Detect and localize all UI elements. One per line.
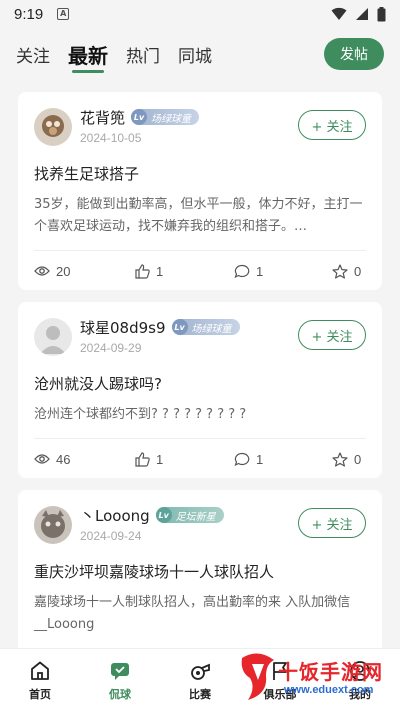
thumbs-up-icon: [135, 263, 150, 279]
like-count: 1: [156, 451, 164, 467]
follow-button[interactable]: + 关注: [298, 320, 366, 350]
post-date: 2024-10-05: [80, 131, 142, 145]
comment-count: 1: [256, 263, 264, 279]
home-icon: [31, 661, 49, 680]
eye-icon: [34, 266, 50, 276]
follow-button[interactable]: + 关注: [298, 508, 366, 538]
eye-icon: [34, 454, 50, 464]
watermark-logo-icon: [241, 653, 274, 700]
post-header: 花背篼 Lv 场绿球童 2024-10-05 + 关注: [34, 106, 366, 152]
comment-button[interactable]: 1: [234, 264, 332, 279]
nav-chat-label: 侃球: [109, 687, 131, 701]
wifi-icon: [331, 7, 347, 21]
tab-following[interactable]: 关注: [16, 42, 50, 67]
level-title: 场绿球童: [151, 113, 192, 125]
user-meta: 球星08d9s9 Lv 场绿球童 2024-09-29: [80, 316, 240, 355]
comment-icon: [234, 264, 250, 278]
post-title: 重庆沙坪坝嘉陵球场十一人球队招人: [34, 563, 275, 581]
nav-home[interactable]: 首页: [0, 649, 80, 712]
level-badge: Lv 场绿球童: [131, 109, 200, 125]
level-icon: Lv: [155, 507, 172, 523]
status-time: 9:19: [14, 5, 44, 23]
like-button[interactable]: 1: [135, 264, 234, 279]
favorite-count: 0: [354, 451, 362, 467]
status-bar: 9:19 A: [0, 0, 400, 28]
avatar[interactable]: [34, 318, 72, 356]
user-meta: 丶Looong Lv 足坛新星 2024-09-24: [80, 504, 224, 543]
thumbs-up-icon: [135, 451, 150, 467]
favorite-count: 0: [354, 263, 362, 279]
chat-icon: [111, 662, 129, 680]
post-feed[interactable]: 花背篼 Lv 场绿球童 2024-10-05 + 关注 找养生足球搭子 35岁，能…: [0, 80, 400, 648]
watermark: 十饭手游网 www.eduext.com: [236, 650, 396, 706]
level-icon: Lv: [131, 109, 148, 125]
nav-match-label: 比赛: [189, 687, 211, 701]
like-count: 1: [156, 263, 164, 279]
comment-icon: [234, 452, 250, 466]
top-tab-bar: 关注 最新 热门 同城 发帖: [0, 28, 400, 80]
watermark-text: 十饭手游网: [278, 660, 383, 684]
username[interactable]: 球星08d9s9: [80, 317, 166, 338]
post-body: 嘉陵球场十一人制球队招人，高出勤率的来 入队加微信__Looong: [34, 595, 351, 632]
level-badge: Lv 足坛新星: [155, 507, 224, 523]
comment-count: 1: [256, 451, 264, 467]
comment-button[interactable]: 1: [234, 452, 332, 467]
watermark-url: www.eduext.com: [284, 684, 374, 696]
like-button[interactable]: 1: [135, 452, 234, 467]
post-card[interactable]: 丶Looong Lv 足坛新星 2024-09-24 + 关注 重庆沙坪坝嘉陵球场…: [18, 490, 382, 648]
username[interactable]: 花背篼: [80, 107, 125, 128]
post-date: 2024-09-29: [80, 341, 142, 355]
view-count-value: 46: [56, 451, 71, 467]
view-count: 46: [34, 452, 135, 467]
notification-a-icon: A: [57, 8, 70, 20]
post-card[interactable]: 花背篼 Lv 场绿球童 2024-10-05 + 关注 找养生足球搭子 35岁，能…: [18, 92, 382, 290]
avatar[interactable]: [34, 506, 72, 544]
post-title: 沧州就没人踢球吗?: [34, 375, 162, 393]
avatar[interactable]: [34, 108, 72, 146]
post-header: 丶Looong Lv 足坛新星 2024-09-24 + 关注: [34, 504, 366, 550]
view-count-value: 20: [56, 263, 71, 279]
nav-chat[interactable]: 侃球: [80, 649, 160, 712]
level-icon: Lv: [171, 319, 188, 335]
nav-home-label: 首页: [29, 687, 51, 701]
level-title: 足坛新星: [175, 511, 216, 523]
post-card[interactable]: 球星08d9s9 Lv 场绿球童 2024-09-29 + 关注 沧州就没人踢球吗…: [18, 302, 382, 478]
post-body: 沧州连个球都约不到? ? ? ? ? ? ? ? ?: [34, 407, 247, 422]
username[interactable]: 丶Looong: [80, 505, 150, 526]
star-icon: [332, 263, 348, 279]
post-date: 2024-09-24: [80, 529, 142, 543]
level-badge: Lv 场绿球童: [171, 319, 240, 335]
nav-match[interactable]: 比赛: [160, 649, 240, 712]
post-body: 35岁，能做到出勤率高，但水平一般，体力不好，主打一个喜欢足球运动，找不嫌弃我的…: [34, 197, 363, 234]
new-post-button[interactable]: 发帖: [324, 38, 384, 70]
favorite-button[interactable]: 0: [332, 452, 361, 467]
post-title: 找养生足球搭子: [34, 165, 140, 183]
whistle-icon: [191, 663, 210, 680]
tab-hot[interactable]: 热门: [126, 42, 160, 67]
post-header: 球星08d9s9 Lv 场绿球童 2024-09-29 + 关注: [34, 316, 366, 362]
post-actions: 20 1 1 0: [34, 251, 366, 291]
favorite-button[interactable]: 0: [332, 264, 361, 279]
view-count: 20: [34, 264, 135, 279]
post-actions: 46 1 1 0: [34, 439, 366, 479]
star-icon: [332, 451, 348, 467]
user-meta: 花背篼 Lv 场绿球童 2024-10-05: [80, 106, 200, 145]
status-icons: [331, 6, 386, 22]
tab-latest[interactable]: 最新: [68, 40, 108, 73]
level-title: 场绿球童: [191, 323, 232, 335]
tab-same-city[interactable]: 同城: [178, 42, 212, 67]
signal-icon: [356, 8, 368, 20]
battery-icon: [377, 6, 386, 21]
follow-button[interactable]: + 关注: [298, 110, 366, 140]
